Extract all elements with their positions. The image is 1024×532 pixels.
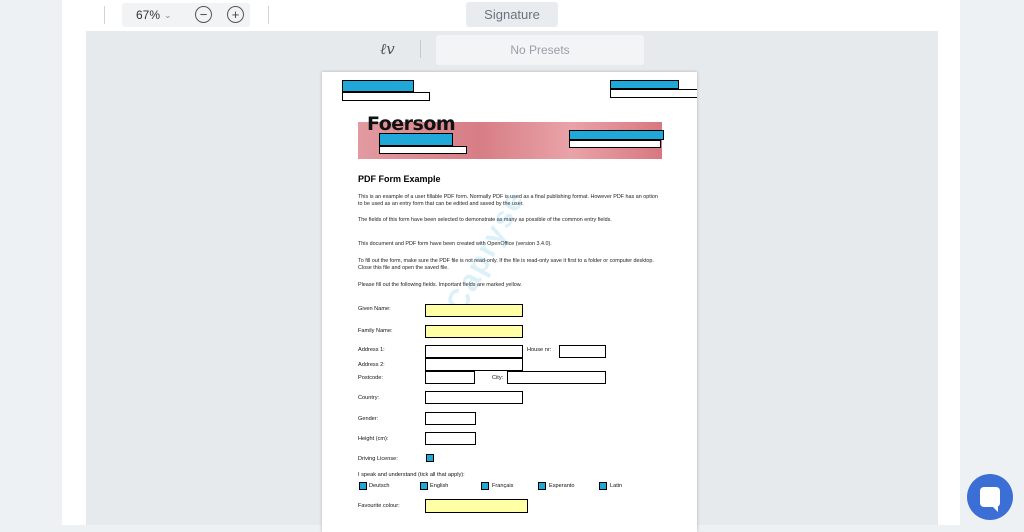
address1-label: Address 1: (358, 347, 385, 353)
chat-button[interactable] (967, 474, 1013, 520)
tab-signature[interactable]: Signature (466, 2, 558, 27)
languages-prompt: I speak and understand (tick all that ap… (358, 472, 465, 478)
zoom-dropdown[interactable]: 67% ⌄ (136, 8, 172, 22)
country-field[interactable] (425, 391, 523, 404)
given-name-field[interactable] (425, 304, 523, 317)
latin-checkbox[interactable] (599, 482, 607, 490)
language-label: Français (492, 483, 514, 489)
house-nr-field[interactable] (559, 345, 606, 358)
family-name-label: Family Name: (358, 328, 393, 334)
form-field[interactable] (379, 146, 467, 154)
driving-license-label: Driving License: (358, 456, 398, 462)
toolbar-divider (420, 40, 421, 58)
postcode-field[interactable] (425, 371, 475, 384)
form-field[interactable] (342, 80, 414, 92)
important-paragraph: Please fill out the following fields. Im… (358, 282, 522, 288)
esperanto-checkbox[interactable] (538, 482, 546, 490)
city-field[interactable] (507, 371, 606, 384)
language-label: Esperanto (549, 483, 575, 489)
zoom-in-button[interactable]: + (227, 6, 244, 23)
handwriting-icon[interactable]: ℓv (380, 40, 395, 59)
document-viewport[interactable]: Foersom PDF Form Example This is an exam… (86, 69, 938, 532)
chevron-down-icon: ⌄ (164, 9, 172, 20)
favourite-colour-field[interactable] (425, 499, 528, 513)
height-field[interactable] (425, 432, 476, 445)
signature-toolbar: ℓv No Presets (86, 31, 938, 69)
house-nr-label: House nr: (527, 347, 552, 353)
driving-license-checkbox[interactable] (426, 454, 434, 462)
language-label: Latin (610, 483, 623, 489)
top-toolbar: 67% ⌄ − + Signature (62, 0, 960, 30)
family-name-field[interactable] (425, 325, 523, 338)
english-checkbox[interactable] (420, 482, 428, 490)
address2-field[interactable] (425, 358, 523, 371)
postcode-label: Postcode: (358, 375, 383, 381)
form-field[interactable] (342, 92, 430, 101)
signature-presets[interactable]: No Presets (436, 35, 644, 65)
instructions-paragraph: To fill out the form, make sure the PDF … (358, 258, 654, 271)
form-field[interactable] (610, 80, 679, 89)
address2-label: Address 2: (358, 362, 385, 368)
given-name-label: Given Name: (358, 306, 391, 312)
form-field[interactable] (569, 130, 664, 140)
favourite-colour-label: Favourite colour: (358, 503, 400, 509)
pdf-editor-app: 67% ⌄ − + Signature ℓv No Presets Foerso… (62, 0, 960, 532)
deutsch-checkbox[interactable] (359, 482, 367, 490)
zoom-controls: 67% ⌄ − + (122, 3, 250, 27)
francais-checkbox[interactable] (481, 482, 489, 490)
zoom-out-button[interactable]: − (195, 6, 212, 23)
gender-field[interactable] (425, 412, 476, 425)
chat-bubble-icon (980, 487, 1000, 512)
toolbar-divider (268, 6, 269, 24)
toolbar-divider (104, 6, 105, 24)
height-label: Height (cm): (358, 436, 389, 442)
form-field[interactable] (379, 133, 453, 146)
language-label: English (430, 483, 449, 489)
country-label: Country: (358, 395, 380, 401)
pdf-page: Foersom PDF Form Example This is an exam… (322, 72, 697, 532)
form-field[interactable] (569, 140, 661, 148)
brand-logo: Foersom (367, 113, 456, 135)
minus-circle-icon: − (199, 7, 208, 22)
address1-field[interactable] (425, 345, 523, 358)
zoom-value: 67% (136, 8, 161, 22)
city-label: City: (492, 375, 504, 381)
form-title: PDF Form Example (358, 174, 441, 184)
form-field[interactable] (610, 89, 697, 98)
language-label: Deutsch (369, 483, 390, 489)
plus-circle-icon: + (231, 7, 240, 22)
gender-label: Gender: (358, 416, 379, 422)
